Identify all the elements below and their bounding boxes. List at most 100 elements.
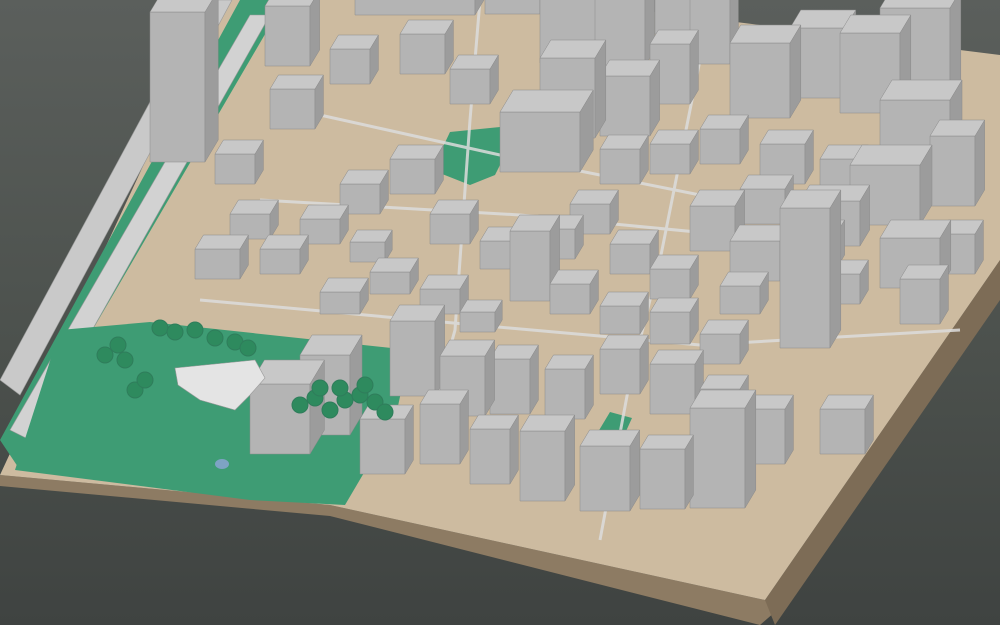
building[interactable]	[649, 297, 699, 345]
building-front-face	[354, 0, 476, 16]
building-roof	[599, 334, 649, 350]
building-front-face	[469, 428, 511, 485]
building-front-face	[609, 243, 651, 275]
building[interactable]	[194, 234, 249, 280]
building-roof	[299, 204, 349, 220]
building[interactable]	[719, 271, 769, 315]
building[interactable]	[699, 114, 749, 165]
building-roof	[569, 189, 619, 205]
building[interactable]	[819, 394, 874, 455]
building[interactable]	[599, 59, 661, 137]
building-side-face	[744, 389, 757, 509]
building[interactable]	[389, 304, 446, 397]
building-roof	[459, 299, 503, 313]
building[interactable]	[419, 389, 469, 465]
tree	[186, 321, 204, 339]
building[interactable]	[149, 0, 219, 163]
building-front-face	[729, 42, 791, 119]
building[interactable]	[429, 199, 479, 245]
building-front-face	[509, 230, 551, 302]
building-front-face	[699, 333, 741, 365]
building[interactable]	[449, 54, 499, 105]
building[interactable]	[369, 257, 419, 295]
building[interactable]	[649, 254, 699, 300]
building-roof	[419, 274, 469, 290]
building-roof	[469, 414, 519, 430]
building[interactable]	[469, 414, 519, 485]
building[interactable]	[599, 291, 649, 335]
building-roof	[609, 229, 659, 245]
building-roof	[879, 0, 956, 9]
building[interactable]	[499, 89, 594, 173]
building[interactable]	[599, 334, 649, 395]
building-front-face	[429, 213, 471, 245]
building[interactable]	[229, 199, 279, 240]
building[interactable]	[899, 264, 949, 325]
building[interactable]	[264, 0, 320, 67]
building-front-face	[399, 33, 446, 75]
building[interactable]	[269, 74, 324, 130]
building[interactable]	[544, 354, 594, 420]
city-3d-scene[interactable]	[0, 0, 1000, 625]
building[interactable]	[599, 134, 649, 185]
building[interactable]	[639, 434, 694, 510]
building-front-face	[599, 348, 641, 395]
building[interactable]	[389, 144, 444, 195]
building[interactable]	[319, 277, 369, 315]
building-roof	[549, 269, 599, 285]
building-side-face	[829, 189, 842, 349]
building-roof	[599, 134, 649, 150]
building[interactable]	[214, 139, 264, 185]
building-roof	[929, 119, 986, 137]
tree	[239, 339, 257, 357]
building[interactable]	[779, 189, 842, 349]
tree	[109, 336, 127, 354]
building[interactable]	[489, 344, 539, 415]
building[interactable]	[699, 319, 749, 365]
building[interactable]	[459, 299, 503, 333]
building-front-face	[899, 278, 941, 325]
building-roof	[539, 39, 607, 59]
building[interactable]	[349, 229, 393, 263]
tree	[206, 329, 224, 347]
building-roof	[439, 339, 496, 357]
building-roof	[699, 114, 749, 130]
building[interactable]	[399, 19, 454, 75]
building-front-face	[389, 158, 436, 195]
building-roof	[649, 129, 699, 145]
building[interactable]	[579, 429, 641, 512]
building-roof	[779, 189, 842, 209]
tree	[356, 376, 374, 394]
building-roof	[369, 257, 419, 273]
building-roof	[739, 174, 794, 190]
building-front-face	[459, 311, 496, 333]
building[interactable]	[519, 414, 576, 502]
tree	[376, 403, 394, 421]
building-front-face	[319, 291, 361, 315]
building-front-face	[929, 135, 976, 207]
pond	[215, 459, 229, 469]
tree	[151, 319, 169, 337]
building[interactable]	[354, 0, 485, 16]
building-front-face	[449, 68, 491, 105]
building[interactable]	[549, 269, 599, 315]
building-side-face	[204, 0, 219, 163]
building-roof	[259, 234, 309, 250]
building-roof	[579, 429, 641, 447]
building-roof	[899, 264, 949, 280]
building[interactable]	[929, 119, 986, 207]
building-roof	[489, 344, 539, 360]
building-front-face	[149, 11, 206, 163]
building[interactable]	[484, 0, 549, 15]
building[interactable]	[729, 24, 802, 119]
building-front-face	[639, 448, 686, 510]
model-viewport[interactable]	[0, 0, 1000, 625]
building[interactable]	[689, 389, 757, 509]
building-roof	[689, 189, 746, 207]
building[interactable]	[259, 234, 309, 275]
building-roof	[839, 14, 912, 34]
building[interactable]	[649, 129, 699, 175]
building-front-face	[194, 248, 241, 280]
building-roof	[599, 59, 661, 77]
building[interactable]	[329, 34, 379, 85]
